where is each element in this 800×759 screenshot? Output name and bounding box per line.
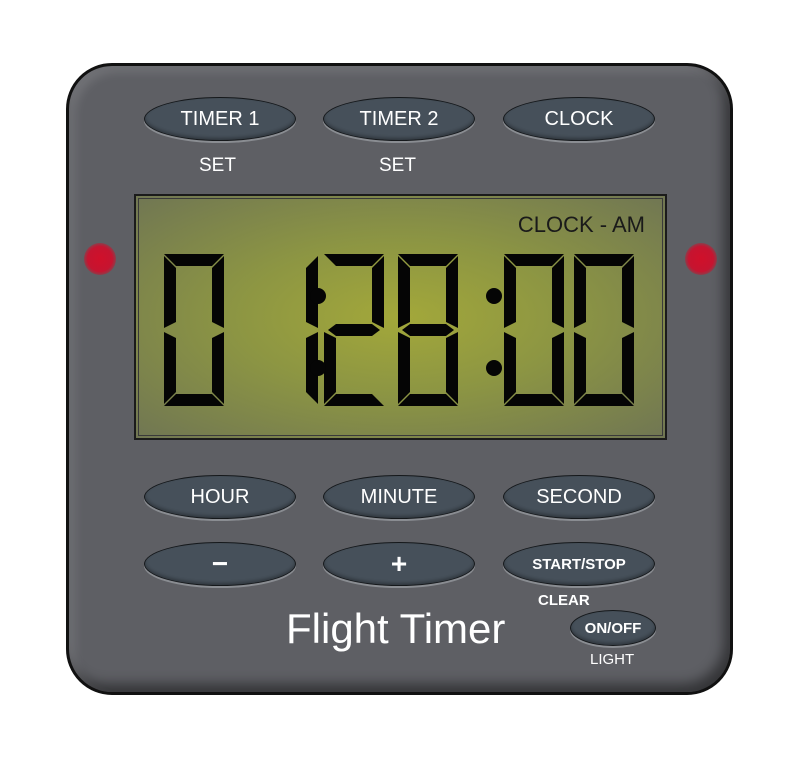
segment-a xyxy=(164,254,224,266)
segment-f xyxy=(574,256,586,328)
segment-b xyxy=(552,256,564,328)
colon-dot xyxy=(310,360,326,376)
hour-button[interactable]: HOUR xyxy=(144,475,296,519)
clock-button[interactable]: CLOCK xyxy=(503,97,655,141)
segment-d xyxy=(574,394,634,406)
segment-f xyxy=(398,256,410,328)
hour-label: HOUR xyxy=(190,485,250,508)
segment-c xyxy=(446,332,458,404)
segment-e xyxy=(398,332,410,404)
timer2-label: TIMER 2 xyxy=(359,107,439,130)
segment-a xyxy=(398,254,458,266)
segment-b xyxy=(212,256,224,328)
segment-e xyxy=(504,332,516,404)
minus-button[interactable]: − xyxy=(144,542,296,586)
colon-dot xyxy=(486,360,502,376)
segment-g xyxy=(328,324,380,336)
segment-e xyxy=(574,332,586,404)
segment-b xyxy=(446,256,458,328)
plus-button[interactable]: + xyxy=(323,542,475,586)
timer2-set-label: SET xyxy=(379,155,416,176)
timer1-set-label: SET xyxy=(199,155,236,176)
colon-dot xyxy=(486,288,502,304)
clock-label: CLOCK xyxy=(544,107,614,130)
plus-icon: + xyxy=(390,548,408,579)
segment-a xyxy=(574,254,634,266)
light-label: LIGHT xyxy=(590,651,635,668)
light-on-off-label: ON/OFF xyxy=(584,619,642,637)
segment-a xyxy=(504,254,564,266)
segment-d xyxy=(398,394,458,406)
segment-e xyxy=(164,332,176,404)
segment-d xyxy=(164,394,224,406)
segment-c xyxy=(552,332,564,404)
start-stop-button[interactable]: START/STOP xyxy=(503,542,655,586)
segment-f xyxy=(164,256,176,328)
segment-f xyxy=(504,256,516,328)
clear-label: CLEAR xyxy=(538,592,590,609)
segment-d xyxy=(324,394,384,406)
timer1-button[interactable]: TIMER 1 xyxy=(144,97,296,141)
second-button[interactable]: SECOND xyxy=(503,475,655,519)
segment-a xyxy=(324,254,384,266)
segment-d xyxy=(504,394,564,406)
lcd-display: CLOCK - AM xyxy=(134,194,667,440)
segment-b xyxy=(622,256,634,328)
light-on-off-button[interactable]: ON/OFF xyxy=(570,610,656,646)
minute-button[interactable]: MINUTE xyxy=(323,475,475,519)
segment-b xyxy=(372,256,384,328)
colon-dot xyxy=(310,288,326,304)
segment-c xyxy=(212,332,224,404)
timer2-button[interactable]: TIMER 2 xyxy=(323,97,475,141)
segment-c xyxy=(622,332,634,404)
timer1-label: TIMER 1 xyxy=(180,107,260,130)
second-label: SECOND xyxy=(536,485,622,508)
left-led-indicator xyxy=(84,243,116,275)
right-led-indicator xyxy=(685,243,717,275)
minute-label: MINUTE xyxy=(360,485,438,508)
time-digits xyxy=(164,254,634,406)
device-title: Flight Timer xyxy=(286,605,506,652)
start-stop-label: START/STOP xyxy=(532,555,626,573)
segment-g xyxy=(402,324,454,336)
minus-icon: − xyxy=(211,548,229,579)
